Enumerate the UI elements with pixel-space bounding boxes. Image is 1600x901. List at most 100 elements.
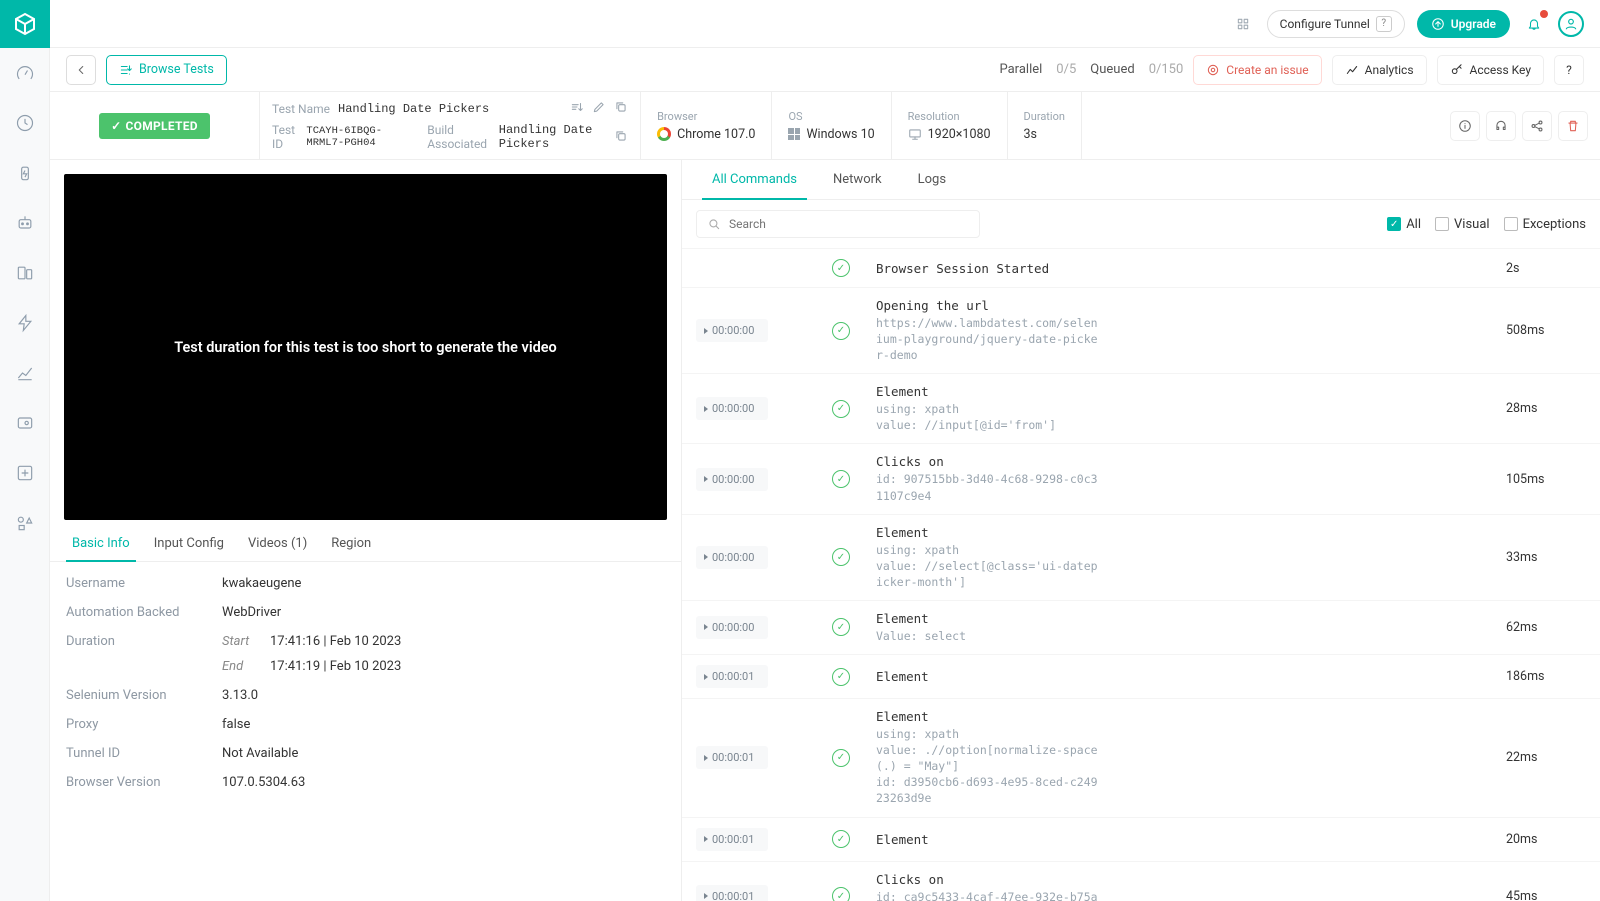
command-title: Element — [876, 611, 1498, 626]
command-row[interactable]: 00:00:01 ✓ Element 186ms — [682, 655, 1600, 699]
status-success-icon: ✓ — [832, 548, 850, 566]
search-input[interactable] — [696, 210, 980, 238]
access-key-button[interactable]: Access Key — [1437, 55, 1544, 85]
nav-bot[interactable] — [0, 198, 50, 248]
nav-shapes[interactable] — [0, 498, 50, 548]
nav-analytics[interactable] — [0, 348, 50, 398]
filter-exceptions[interactable]: Exceptions — [1504, 217, 1586, 232]
command-duration: 186ms — [1506, 669, 1586, 684]
tab-basic-info[interactable]: Basic Info — [60, 526, 142, 561]
notifications-icon[interactable] — [1522, 12, 1546, 36]
command-title: Clicks on — [876, 872, 1498, 887]
edit-icon[interactable] — [592, 100, 606, 117]
command-title: Element — [876, 709, 1498, 724]
topbar: Configure Tunnel? Upgrade — [50, 0, 1600, 48]
command-row[interactable]: 00:00:01✓Elementusing: xpath value: .//o… — [682, 699, 1600, 817]
command-duration: 508ms — [1506, 323, 1586, 338]
status-success-icon: ✓ — [832, 830, 850, 848]
tab-region[interactable]: Region — [319, 526, 383, 561]
copy-icon[interactable] — [614, 100, 628, 117]
analytics-button[interactable]: Analytics — [1332, 55, 1427, 85]
status-success-icon: ✓ — [832, 668, 850, 686]
timestamp-chip[interactable]: 00:00:00 — [696, 319, 768, 342]
env-resolution: Resolution1920×1080 — [892, 92, 1008, 159]
sort-icon[interactable] — [570, 100, 584, 117]
right-pane: All Commands Network Logs ✓All Visual Ex… — [682, 160, 1600, 901]
command-row[interactable]: 00:00:01✓Clicks onid: ca9c5433-4caf-47ee… — [682, 862, 1600, 901]
status-badge: ✓ COMPLETED — [99, 113, 210, 139]
timestamp-chip[interactable]: 00:00:00 — [696, 546, 768, 569]
status-success-icon: ✓ — [832, 322, 850, 340]
timestamp-chip[interactable]: 00:00:00 — [696, 397, 768, 420]
headset-icon-button[interactable] — [1486, 111, 1516, 141]
command-duration: 45ms — [1506, 889, 1586, 901]
status-success-icon: ✓ — [832, 400, 850, 418]
env-os: OSWindows 10 — [772, 92, 891, 159]
command-list: ✓Browser Session Started2s00:00:00✓Openi… — [682, 248, 1600, 901]
filter-visual[interactable]: Visual — [1435, 217, 1490, 232]
timestamp-chip[interactable]: 00:00:01 — [696, 885, 768, 901]
tab-input-config[interactable]: Input Config — [142, 526, 236, 561]
command-detail: id: ca9c5433-4caf-47ee-932e-b75a4d3a4873 — [876, 889, 1100, 901]
rtab-network[interactable]: Network — [815, 160, 900, 199]
windows-icon — [788, 128, 800, 140]
command-row[interactable]: 00:00:00✓Opening the urlhttps://www.lamb… — [682, 288, 1600, 374]
command-detail: Value: select — [876, 628, 1100, 644]
nav-history[interactable] — [0, 98, 50, 148]
command-row[interactable]: 00:00:00✓Elementusing: xpath value: //in… — [682, 374, 1600, 444]
command-title: Element — [876, 832, 1498, 847]
timestamp-chip[interactable]: 00:00:01 — [696, 828, 768, 851]
help-button[interactable]: ? — [1554, 55, 1584, 85]
rtab-commands[interactable]: All Commands — [694, 160, 815, 199]
timestamp-chip[interactable]: 00:00:00 — [696, 468, 768, 491]
browse-tests-button[interactable]: Browse Tests — [106, 55, 227, 85]
command-duration: 2s — [1506, 261, 1586, 276]
build-name: Handling Date Pickers — [499, 123, 606, 151]
timestamp-chip[interactable]: 00:00:01 — [696, 746, 768, 769]
copy-build-icon[interactable] — [614, 129, 628, 146]
rtab-logs[interactable]: Logs — [900, 160, 964, 199]
avatar[interactable] — [1558, 11, 1584, 37]
help-icon: ? — [1376, 16, 1392, 32]
upgrade-button[interactable]: Upgrade — [1417, 10, 1510, 38]
command-title: Element — [876, 669, 1498, 684]
back-button[interactable] — [66, 55, 96, 85]
left-tabs: Basic Info Input Config Videos (1) Regio… — [50, 526, 681, 562]
command-title: Browser Session Started — [876, 261, 1498, 276]
nav-screen[interactable] — [0, 398, 50, 448]
nav-bolt[interactable] — [0, 298, 50, 348]
command-row[interactable]: 00:00:01 ✓ Element 20ms — [682, 818, 1600, 862]
configure-tunnel-button[interactable]: Configure Tunnel? — [1267, 10, 1405, 38]
nav-add[interactable] — [0, 448, 50, 498]
tab-videos[interactable]: Videos (1) — [236, 526, 319, 561]
filter-all[interactable]: ✓All — [1387, 217, 1421, 232]
left-pane: Test duration for this test is too short… — [50, 160, 682, 901]
command-detail: https://www.lambdatest.com/selenium-play… — [876, 315, 1100, 363]
timestamp-chip[interactable]: 00:00:01 — [696, 665, 768, 688]
share-icon-button[interactable] — [1522, 111, 1552, 141]
command-duration: 22ms — [1506, 750, 1586, 765]
command-row[interactable]: 00:00:00✓Elementusing: xpath value: //se… — [682, 515, 1600, 601]
env-browser: BrowserChrome 107.0 — [641, 92, 772, 159]
info-icon-button[interactable] — [1450, 111, 1480, 141]
command-duration: 62ms — [1506, 620, 1586, 635]
command-title: Element — [876, 384, 1498, 399]
grid-icon[interactable] — [1231, 12, 1255, 36]
command-duration: 20ms — [1506, 832, 1586, 847]
timestamp-chip[interactable]: 00:00:00 — [696, 616, 768, 639]
nav-battery[interactable] — [0, 148, 50, 198]
basic-info: Usernamekwakaeugene Automation BackedWeb… — [50, 562, 681, 804]
command-row[interactable]: 00:00:00 ✓ Element Value: select 62ms — [682, 601, 1600, 655]
command-row[interactable]: ✓Browser Session Started2s — [682, 249, 1600, 288]
test-id: TCAYH-6IBQG-MRML7-PGH04 — [306, 125, 409, 149]
command-row[interactable]: 00:00:00✓Clicks onid: 907515bb-3d40-4c68… — [682, 444, 1600, 514]
parallel-info: Parallel0/5 Queued0/150 — [999, 62, 1183, 77]
nav-devices[interactable] — [0, 248, 50, 298]
video-placeholder: Test duration for this test is too short… — [64, 174, 667, 520]
nav-dashboard[interactable] — [0, 48, 50, 98]
logo[interactable] — [0, 0, 50, 48]
create-issue-button[interactable]: Create an issue — [1193, 55, 1321, 85]
delete-icon-button[interactable] — [1558, 111, 1588, 141]
command-duration: 33ms — [1506, 550, 1586, 565]
status-success-icon: ✓ — [832, 618, 850, 636]
